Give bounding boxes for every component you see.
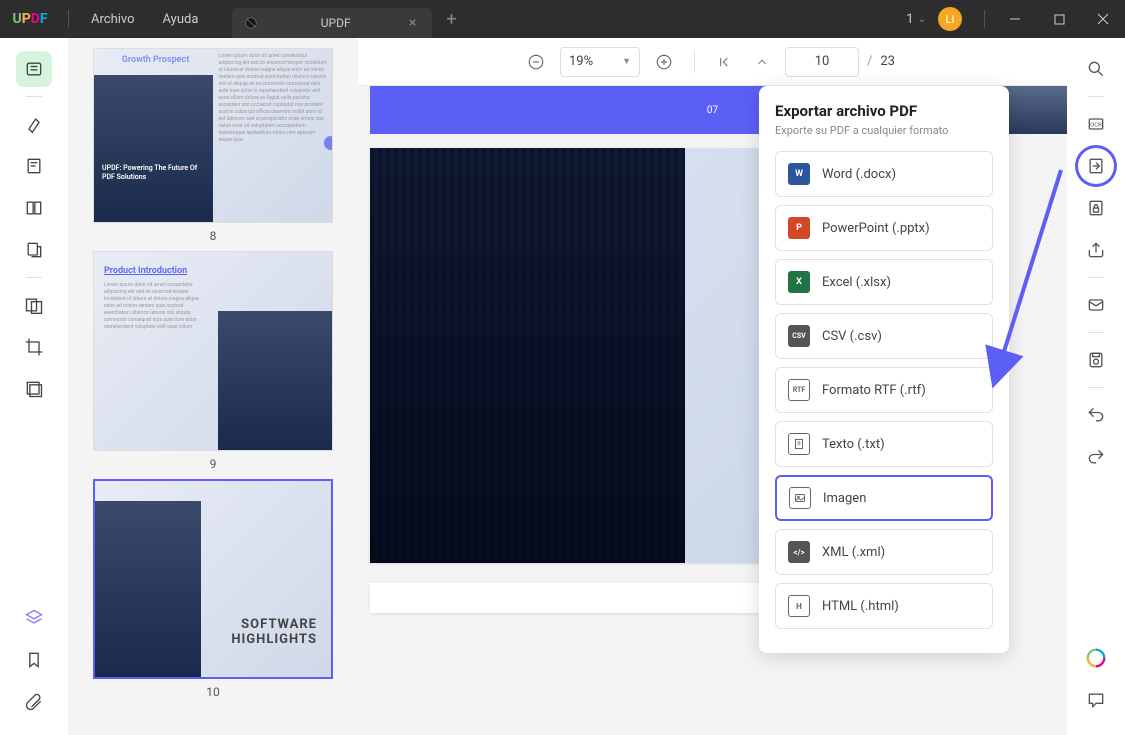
document-viewer: 19%▼ / 23 Exportar archivo PDF Exporte s… (358, 38, 1067, 735)
export-text[interactable]: Texto (.txt) (775, 421, 993, 467)
close-window-button[interactable] (1081, 0, 1125, 38)
rtf-icon: RTF (788, 379, 810, 401)
highlighter-tool[interactable] (16, 106, 52, 142)
export-powerpoint[interactable]: P PowerPoint (.pptx) (775, 205, 993, 251)
export-title: Exportar archivo PDF (775, 102, 993, 120)
viewer-toolbar: 19%▼ / 23 (358, 38, 1067, 86)
save-button[interactable] (1078, 342, 1114, 378)
thumb-number: 9 (93, 457, 333, 471)
redact-tool[interactable] (16, 287, 52, 323)
minimize-button[interactable] (993, 0, 1037, 38)
export-rtf[interactable]: RTF Formato RTF (.rtf) (775, 367, 993, 413)
zoom-out-button[interactable] (520, 46, 552, 78)
redo-button[interactable] (1078, 439, 1114, 475)
menu-file[interactable]: Archivo (77, 12, 149, 27)
zoom-select[interactable]: 19%▼ (560, 47, 640, 77)
chevron-down-icon[interactable]: ⌄ (918, 14, 926, 25)
reader-tool[interactable] (16, 51, 52, 87)
word-icon: W (788, 163, 810, 185)
edit-tool[interactable] (16, 148, 52, 184)
main-area: Growth Prospect UPDF: Powering The Futur… (0, 38, 1125, 735)
image-icon (789, 487, 811, 509)
export-xml[interactable]: </> XML (.xml) (775, 529, 993, 575)
excel-icon: X (788, 271, 810, 293)
user-avatar[interactable]: LI (938, 7, 962, 31)
protect-button[interactable] (1078, 190, 1114, 226)
csv-icon: CSV (788, 325, 810, 347)
export-button[interactable] (1078, 148, 1114, 184)
export-html[interactable]: H HTML (.html) (775, 583, 993, 629)
share-button[interactable] (1078, 232, 1114, 268)
page-total: 23 (880, 54, 895, 69)
ai-assistant-button[interactable] (1078, 640, 1114, 676)
email-button[interactable] (1078, 287, 1114, 323)
thumb-slider-handle[interactable] (324, 136, 333, 150)
thumbnail-9[interactable]: Product Introduction Lorem ipsum dolor s… (93, 251, 333, 471)
ocr-button[interactable]: OCR (1078, 106, 1114, 142)
app-logo: UPDF (0, 11, 60, 27)
thumb-number: 8 (93, 229, 333, 243)
svg-text:OCR: OCR (1090, 123, 1102, 129)
bookmark-tool[interactable] (16, 642, 52, 678)
zoom-in-button[interactable] (648, 46, 680, 78)
export-excel[interactable]: X Excel (.xlsx) (775, 259, 993, 305)
maximize-button[interactable] (1037, 0, 1081, 38)
thumbnail-10[interactable]: SOFTWAREHIGHLIGHTS 10 (93, 479, 333, 699)
search-button[interactable] (1078, 51, 1114, 87)
document-icon (244, 16, 258, 30)
compress-tool[interactable] (16, 371, 52, 407)
form-tool[interactable] (16, 232, 52, 268)
document-tab[interactable]: UPDF × (232, 8, 432, 38)
export-panel: Exportar archivo PDF Exporte su PDF a cu… (759, 86, 1009, 653)
export-word[interactable]: W Word (.docx) (775, 151, 993, 197)
organize-tool[interactable] (16, 190, 52, 226)
prev-page-button[interactable] (747, 47, 777, 77)
xml-icon: </> (788, 541, 810, 563)
text-icon (788, 433, 810, 455)
comment-button[interactable] (1078, 682, 1114, 718)
attachment-tool[interactable] (16, 684, 52, 720)
export-image[interactable]: Imagen (775, 475, 993, 521)
layers-tool[interactable] (16, 600, 52, 636)
export-subtitle: Exporte su PDF a cualquier formato (775, 124, 993, 137)
thumbnails-panel[interactable]: Growth Prospect UPDF: Powering The Futur… (68, 38, 358, 735)
right-toolbar: OCR (1067, 38, 1125, 735)
thumb-number: 10 (93, 685, 333, 699)
tab-close-button[interactable]: × (405, 15, 420, 31)
add-tab-button[interactable]: + (432, 9, 470, 30)
thumbnail-8[interactable]: Growth Prospect UPDF: Powering The Futur… (93, 48, 333, 243)
first-page-button[interactable] (709, 47, 739, 77)
html-icon: H (788, 595, 810, 617)
menu-help[interactable]: Ayuda (149, 12, 213, 27)
page-input[interactable] (785, 47, 859, 77)
notification-count[interactable]: 1 (906, 12, 913, 27)
export-csv[interactable]: CSV CSV (.csv) (775, 313, 993, 359)
powerpoint-icon: P (788, 217, 810, 239)
left-toolbar (0, 38, 68, 735)
undo-button[interactable] (1078, 397, 1114, 433)
titlebar: UPDF Archivo Ayuda UPDF × + 1 ⌄ LI (0, 0, 1125, 38)
tab-title: UPDF (266, 16, 405, 30)
crop-tool[interactable] (16, 329, 52, 365)
